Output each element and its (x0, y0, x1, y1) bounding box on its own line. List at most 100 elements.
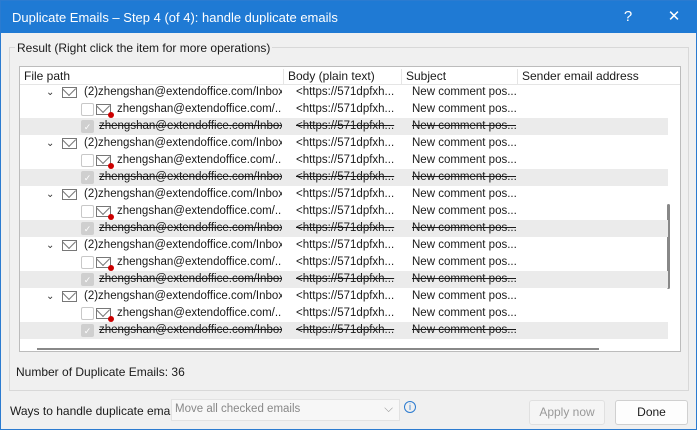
body-cell: <https://571dpfxh... (296, 120, 395, 132)
envelope-unread-icon (96, 155, 114, 169)
envelope-icon (62, 87, 77, 98)
envelope-unread-icon (96, 257, 114, 271)
row-checkbox[interactable]: ✓ (81, 222, 94, 235)
email-row[interactable]: zhengshan@extendoffice.com/... <https://5… (20, 305, 668, 322)
group-row[interactable]: ⌄ (2)zhengshan@extendoffice.com/Inbox <htt… (20, 237, 668, 254)
email-row[interactable]: zhengshan@extendoffice.com/... <https://5… (20, 101, 668, 118)
subject-cell: New comment pos... (412, 222, 516, 234)
subject-cell: New comment pos... (412, 103, 516, 115)
window-title: Duplicate Emails – Step 4 (of 4): handle… (12, 10, 338, 25)
file-path-cell: zhengshan@extendoffice.com/... (117, 205, 282, 217)
file-path-cell: (2)zhengshan@extendoffice.com/Inbox (84, 86, 282, 98)
file-path-cell: zhengshan@extendoffice.com/Inbox (99, 273, 282, 285)
column-body[interactable]: Body (plain text) (284, 69, 402, 85)
group-row[interactable]: ⌄ (2)zhengshan@extendoffice.com/Inbox <htt… (20, 135, 668, 152)
done-button[interactable]: Done (615, 400, 688, 425)
email-row[interactable]: ✓ zhengshan@extendoffice.com/Inbox <https:… (20, 271, 668, 288)
body-cell: <https://571dpfxh... (296, 273, 395, 285)
subject-cell: New comment pos... (412, 154, 516, 166)
row-checkbox[interactable] (81, 103, 94, 116)
envelope-unread-icon (96, 104, 114, 118)
envelope-icon (62, 291, 77, 302)
chevron-down-icon[interactable]: ⌄ (46, 84, 54, 101)
email-row[interactable]: ✓ zhengshan@extendoffice.com/Inbox <https:… (20, 169, 668, 186)
result-group-label: Result (Right click the item for more op… (15, 41, 273, 55)
subject-cell: New comment pos... (412, 120, 516, 132)
file-path-cell: zhengshan@extendoffice.com/... (117, 103, 282, 115)
file-path-cell: zhengshan@extendoffice.com/Inbox (99, 171, 282, 183)
envelope-icon (62, 189, 77, 200)
file-path-cell: zhengshan@extendoffice.com/Inbox (99, 120, 282, 132)
column-subject[interactable]: Subject (402, 69, 518, 85)
subject-cell: New comment pos... (412, 324, 516, 336)
chevron-down-icon[interactable]: ⌄ (46, 186, 54, 203)
body-cell: <https://571dpfxh... (296, 239, 395, 251)
results-tree[interactable]: File path Body (plain text) Subject Send… (19, 66, 681, 352)
email-row[interactable]: ✓ zhengshan@extendoffice.com/Inbox <https:… (20, 220, 668, 237)
chevron-down-icon[interactable]: ⌄ (46, 237, 54, 254)
subject-cell: New comment pos... (412, 307, 516, 319)
subject-cell: New comment pos... (412, 290, 516, 302)
body-cell: <https://571dpfxh... (296, 103, 395, 115)
row-checkbox[interactable]: ✓ (81, 273, 94, 286)
duplicate-count: Number of Duplicate Emails: 36 (16, 365, 185, 379)
info-icon[interactable]: i (404, 401, 416, 413)
file-path-cell: zhengshan@extendoffice.com/... (117, 256, 282, 268)
body-cell: <https://571dpfxh... (296, 137, 395, 149)
subject-cell: New comment pos... (412, 273, 516, 285)
subject-cell: New comment pos... (412, 239, 516, 251)
row-checkbox[interactable]: ✓ (81, 171, 94, 184)
close-button[interactable]: ✕ (659, 5, 689, 29)
file-path-cell: zhengshan@extendoffice.com/... (117, 307, 282, 319)
horizontal-scrollbar[interactable] (37, 348, 599, 350)
row-checkbox[interactable]: ✓ (81, 324, 94, 337)
body-cell: <https://571dpfxh... (296, 154, 395, 166)
body-cell: <https://571dpfxh... (296, 324, 395, 336)
subject-cell: New comment pos... (412, 137, 516, 149)
column-sender[interactable]: Sender email address (518, 69, 668, 85)
chevron-down-icon[interactable]: ⌄ (46, 288, 54, 305)
file-path-cell: (2)zhengshan@extendoffice.com/Inbox (84, 137, 282, 149)
ways-value: Move all checked emails (175, 403, 301, 415)
help-button[interactable]: ? (613, 5, 643, 29)
file-path-cell: (2)zhengshan@extendoffice.com/Inbox (84, 188, 282, 200)
group-row[interactable]: ⌄ (2)zhengshan@extendoffice.com/Inbox <htt… (20, 288, 668, 305)
chevron-down-icon: ⌵ (384, 403, 393, 415)
ways-label: Ways to handle duplicate emails: (10, 404, 185, 418)
email-row[interactable]: zhengshan@extendoffice.com/... <https://5… (20, 152, 668, 169)
row-checkbox[interactable]: ✓ (81, 120, 94, 133)
envelope-icon (62, 240, 77, 251)
body-cell: <https://571dpfxh... (296, 307, 395, 319)
email-row[interactable]: ✓ zhengshan@extendoffice.com/Inbox <https:… (20, 322, 668, 339)
file-path-cell: (2)zhengshan@extendoffice.com/Inbox (84, 290, 282, 302)
file-path-cell: zhengshan@extendoffice.com/Inbox (99, 222, 282, 234)
file-path-cell: zhengshan@extendoffice.com/... (117, 154, 282, 166)
subject-cell: New comment pos... (412, 171, 516, 183)
body-cell: <https://571dpfxh... (296, 188, 395, 200)
body-cell: <https://571dpfxh... (296, 290, 395, 302)
row-checkbox[interactable] (81, 307, 94, 320)
email-row[interactable]: zhengshan@extendoffice.com/... <https://5… (20, 203, 668, 220)
body-cell: <https://571dpfxh... (296, 256, 395, 268)
row-checkbox[interactable] (81, 205, 94, 218)
column-file-path[interactable]: File path (20, 69, 284, 85)
group-row[interactable]: ⌄ (2)zhengshan@extendoffice.com/Inbox <htt… (20, 84, 668, 101)
row-checkbox[interactable] (81, 154, 94, 167)
file-path-cell: (2)zhengshan@extendoffice.com/Inbox (84, 239, 282, 251)
email-row[interactable]: ✓ zhengshan@extendoffice.com/Inbox <https:… (20, 118, 668, 135)
envelope-icon (62, 138, 77, 149)
row-checkbox[interactable] (81, 256, 94, 269)
chevron-down-icon[interactable]: ⌄ (46, 135, 54, 152)
file-path-cell: zhengshan@extendoffice.com/Inbox (99, 324, 282, 336)
group-row[interactable]: ⌄ (2)zhengshan@extendoffice.com/Inbox <htt… (20, 186, 668, 203)
ways-dropdown[interactable]: Move all checked emails ⌵ (171, 399, 400, 421)
subject-cell: New comment pos... (412, 205, 516, 217)
body-cell: <https://571dpfxh... (296, 86, 395, 98)
body-cell: <https://571dpfxh... (296, 205, 395, 217)
envelope-unread-icon (96, 206, 114, 220)
email-row[interactable]: zhengshan@extendoffice.com/... <https://5… (20, 254, 668, 271)
subject-cell: New comment pos... (412, 188, 516, 200)
apply-now-button[interactable]: Apply now (529, 400, 605, 425)
body-cell: <https://571dpfxh... (296, 171, 395, 183)
tree-header: File path Body (plain text) Subject Send… (20, 67, 680, 85)
